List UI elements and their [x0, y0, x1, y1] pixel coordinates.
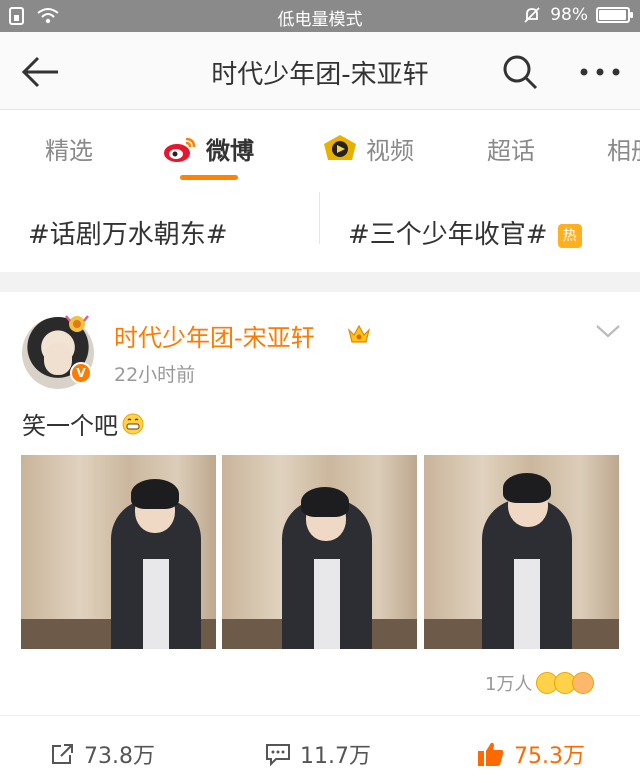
repost-button[interactable]: 73.8万 [50, 738, 155, 770]
tab-super-topic[interactable]: 超话 [487, 131, 535, 166]
more-icon[interactable] [575, 54, 625, 90]
like-button[interactable]: 75.3万 [476, 738, 585, 770]
search-icon[interactable] [500, 52, 540, 92]
post-text: 笑一个吧 [22, 406, 144, 441]
verified-badge: V [70, 362, 92, 384]
battery-percent: 98% [550, 5, 588, 25]
photo-hair [131, 479, 179, 509]
battery-fill [599, 10, 627, 20]
topic-link[interactable]: #话剧万水朝东# [28, 214, 228, 251]
profile-tabs: 精选 微博 视频 超话 相册 [0, 111, 640, 186]
topic-label: #三个少年收官# [348, 220, 548, 250]
repost-count: 73.8万 [84, 744, 155, 769]
photo-hair [503, 473, 551, 503]
post-photo-1[interactable] [21, 455, 216, 649]
tab-label: 精选 [45, 137, 93, 165]
photo-shirt [143, 559, 169, 649]
tab-label: 超话 [487, 137, 535, 165]
post-text-content: 笑一个吧 [22, 412, 118, 440]
repost-icon [52, 744, 73, 764]
kiss-emoji-icon [572, 672, 595, 694]
tab-weibo[interactable]: 微博 [162, 131, 254, 166]
section-gap [0, 272, 640, 292]
topic-divider [319, 192, 320, 244]
topic-label: #话剧万水朝东# [28, 220, 228, 250]
reactions-count: 1万人 [485, 674, 533, 695]
tab-label: 视频 [366, 137, 414, 165]
avatar-face [44, 343, 72, 375]
comment-count: 11.7万 [300, 744, 371, 769]
comment-button[interactable]: 11.7万 [264, 738, 371, 770]
photo-shirt [314, 559, 340, 649]
reactions-summary[interactable]: 1万人 [485, 670, 595, 696]
active-tab-indicator [180, 175, 238, 180]
status-bar: 低电量模式 98% [0, 0, 640, 32]
avatar-decoration-icon [65, 315, 89, 332]
thumbs-up-icon [478, 742, 504, 766]
mute-bell-icon [524, 7, 540, 23]
page-title: 时代少年团-宋亚轩 [211, 60, 429, 90]
status-right: 98% [522, 5, 633, 25]
hot-badge: 热 [557, 224, 582, 248]
photo-shirt [514, 559, 540, 649]
like-count: 75.3万 [514, 744, 585, 769]
weibo-logo-icon [164, 137, 196, 162]
weibo-post: V 时代少年团-宋亚轩 22小时前 笑一个吧 1万人 73.8万 11.7万 7… [0, 292, 640, 783]
tab-video[interactable]: 视频 [322, 131, 414, 166]
topic-row: #话剧万水朝东# #三个少年收官# 热 [0, 186, 640, 272]
grin-emoji-icon [122, 413, 144, 434]
topic-link[interactable]: #三个少年收官# 热 [348, 214, 582, 251]
video-play-icon [324, 134, 356, 160]
tab-album[interactable]: 相册 [607, 131, 640, 166]
post-photo-2[interactable] [222, 455, 417, 649]
crown-icon [347, 324, 371, 343]
tab-label: 相册 [607, 137, 640, 165]
tab-featured[interactable]: 精选 [45, 131, 93, 166]
post-time: 22小时前 [114, 364, 196, 386]
post-photo-3[interactable] [424, 455, 619, 649]
chevron-down-icon[interactable] [594, 320, 622, 342]
comment-icon [266, 744, 290, 767]
photo-hair [301, 487, 349, 517]
tab-label: 微博 [206, 137, 254, 165]
battery-icon [596, 7, 633, 23]
post-actions: 73.8万 11.7万 75.3万 [0, 715, 640, 783]
author-name[interactable]: 时代少年团-宋亚轩 [114, 318, 315, 353]
nav-bar: 时代少年团-宋亚轩 [0, 32, 640, 110]
